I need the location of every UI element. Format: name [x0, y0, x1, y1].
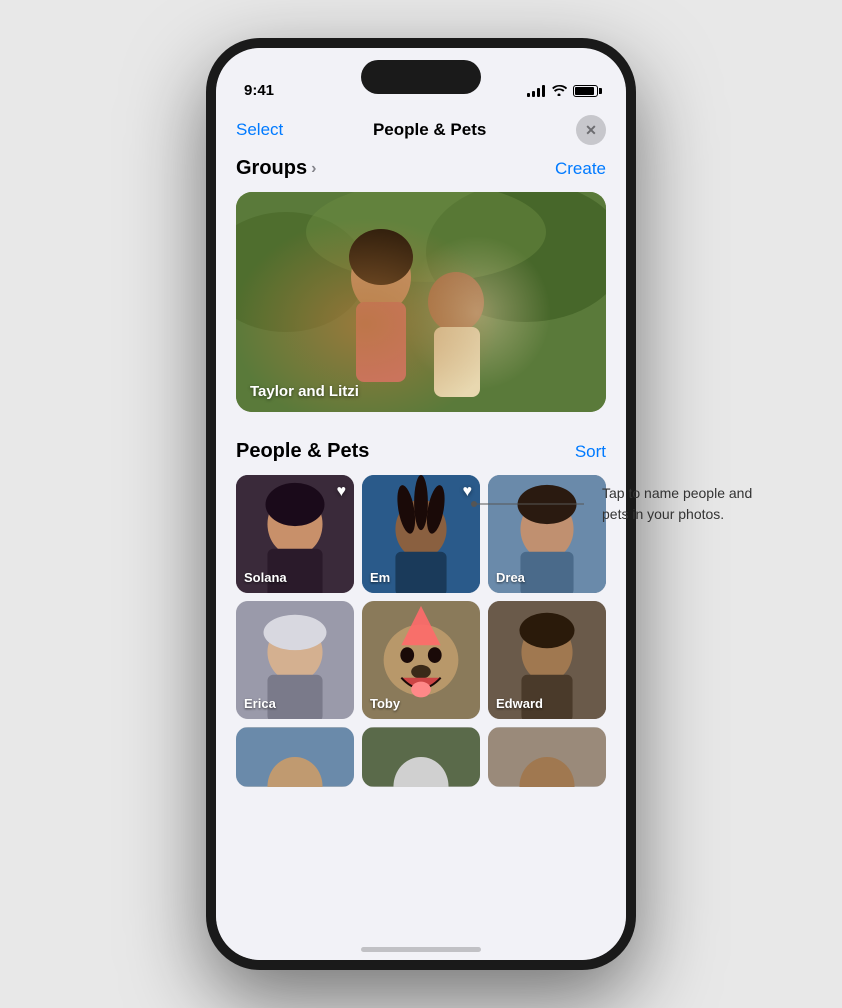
person-card-em[interactable]: ♥ Em: [362, 475, 480, 593]
annotation-label: Tap to name people and pets in your phot…: [602, 485, 752, 522]
people-pets-header: People & Pets Sort: [236, 440, 606, 463]
annotation-line-svg: [474, 503, 594, 505]
groups-chevron-icon: ›: [311, 160, 316, 178]
partial-card-3[interactable]: [488, 727, 606, 787]
person-card-solana[interactable]: ♥ Solana: [236, 475, 354, 593]
person-name-toby: Toby: [370, 696, 400, 711]
people-grid-row2: Erica: [236, 601, 606, 719]
groups-title: Groups: [236, 157, 307, 180]
group-label: Taylor and Litzi: [250, 383, 359, 400]
close-icon: ✕: [585, 123, 597, 137]
person-name-erica: Erica: [244, 696, 276, 711]
person-name-drea: Drea: [496, 570, 525, 585]
nav-bar: Select People & Pets ✕: [216, 107, 626, 157]
person-card-erica[interactable]: Erica: [236, 601, 354, 719]
battery-icon: [573, 85, 598, 97]
select-button[interactable]: Select: [236, 120, 283, 140]
signal-bar-2: [532, 91, 535, 97]
signal-bar-4: [542, 85, 545, 97]
page-title: People & Pets: [373, 120, 486, 140]
partial-card-1[interactable]: [236, 727, 354, 787]
dynamic-island: [361, 60, 481, 94]
home-indicator: [361, 947, 481, 952]
person-card-toby[interactable]: Toby: [362, 601, 480, 719]
person-name-em: Em: [370, 570, 390, 585]
person-name-edward: Edward: [496, 696, 543, 711]
battery-fill: [575, 87, 594, 95]
groups-section-header: Groups › Create: [236, 157, 606, 180]
partial-people-row: [236, 727, 606, 787]
favorite-icon-solana: ♥: [337, 483, 347, 501]
favorite-icon-em: ♥: [463, 483, 473, 501]
people-pets-title: People & Pets: [236, 440, 369, 463]
group-photo: [236, 192, 606, 412]
groups-title-row[interactable]: Groups ›: [236, 157, 316, 180]
signal-bar-1: [527, 93, 530, 97]
person-card-edward[interactable]: Edward: [488, 601, 606, 719]
annotation-text: Tap to name people and pets in your phot…: [602, 483, 782, 525]
wifi-icon: [551, 83, 567, 99]
sort-button[interactable]: Sort: [575, 442, 606, 462]
create-button[interactable]: Create: [555, 159, 606, 179]
close-button[interactable]: ✕: [576, 115, 606, 145]
signal-bars-icon: [527, 85, 545, 97]
annotation-container: Tap to name people and pets in your phot…: [474, 483, 782, 525]
person-name-solana: Solana: [244, 570, 287, 585]
signal-bar-3: [537, 88, 540, 97]
status-time: 9:41: [244, 82, 274, 99]
status-icons: [527, 83, 598, 99]
group-card[interactable]: Taylor and Litzi: [236, 192, 606, 412]
partial-card-2[interactable]: [362, 727, 480, 787]
